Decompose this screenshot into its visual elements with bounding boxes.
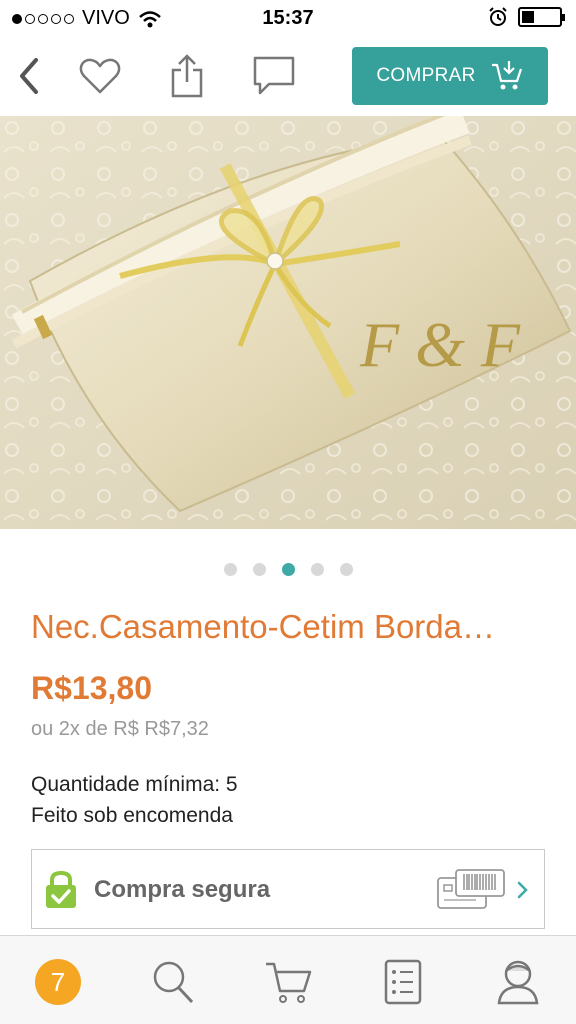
heart-icon[interactable] — [76, 52, 124, 100]
product-image-carousel[interactable]: F & F — [0, 116, 576, 529]
installments-text: ou 2x de R$ R$7,32 — [31, 718, 209, 740]
carousel-dot[interactable] — [310, 563, 324, 576]
carousel-dot[interactable] — [223, 563, 237, 576]
min-quantity-text: Quantidade mínima: 5 — [31, 773, 238, 796]
battery-icon — [518, 7, 565, 27]
chevron-right-icon — [517, 881, 528, 899]
secure-purchase-label: Compra segura — [94, 876, 271, 903]
notification-badge: 7 — [35, 959, 81, 1005]
tab-home[interactable]: 7 — [30, 956, 86, 1008]
status-bar: VIVO 15:37 — [0, 0, 576, 38]
product-title: Nec.Casamento-Cetim Borda… — [31, 608, 495, 645]
search-icon[interactable] — [145, 956, 201, 1008]
made-to-order-text: Feito sob encomenda — [31, 804, 233, 827]
product-image: F & F — [0, 116, 576, 529]
monogram-text: F & F — [359, 309, 521, 380]
secure-purchase-banner[interactable]: Compra segura — [31, 849, 545, 929]
status-right — [488, 7, 565, 27]
cart-download-icon — [491, 61, 522, 90]
back-chevron-icon[interactable] — [4, 52, 52, 100]
share-icon[interactable] — [163, 52, 211, 100]
buy-button-label: COMPRAR — [376, 65, 476, 86]
chat-icon[interactable] — [250, 52, 298, 100]
profile-icon[interactable] — [490, 956, 546, 1008]
buy-button[interactable]: COMPRAR — [352, 47, 548, 105]
carousel-dot[interactable] — [252, 563, 266, 576]
product-price: R$13,80 — [31, 670, 152, 706]
bottom-tab-bar: 7 — [0, 935, 576, 1024]
carousel-dot[interactable] — [281, 563, 295, 576]
carousel-dot[interactable] — [339, 563, 353, 576]
lock-icon — [46, 870, 76, 908]
alarm-icon — [489, 7, 507, 26]
list-icon[interactable] — [375, 956, 431, 1008]
cart-icon[interactable] — [260, 956, 316, 1008]
product-toolbar: COMPRAR — [0, 38, 576, 116]
carousel-dots — [0, 563, 576, 576]
credit-card-icon — [437, 869, 505, 909]
